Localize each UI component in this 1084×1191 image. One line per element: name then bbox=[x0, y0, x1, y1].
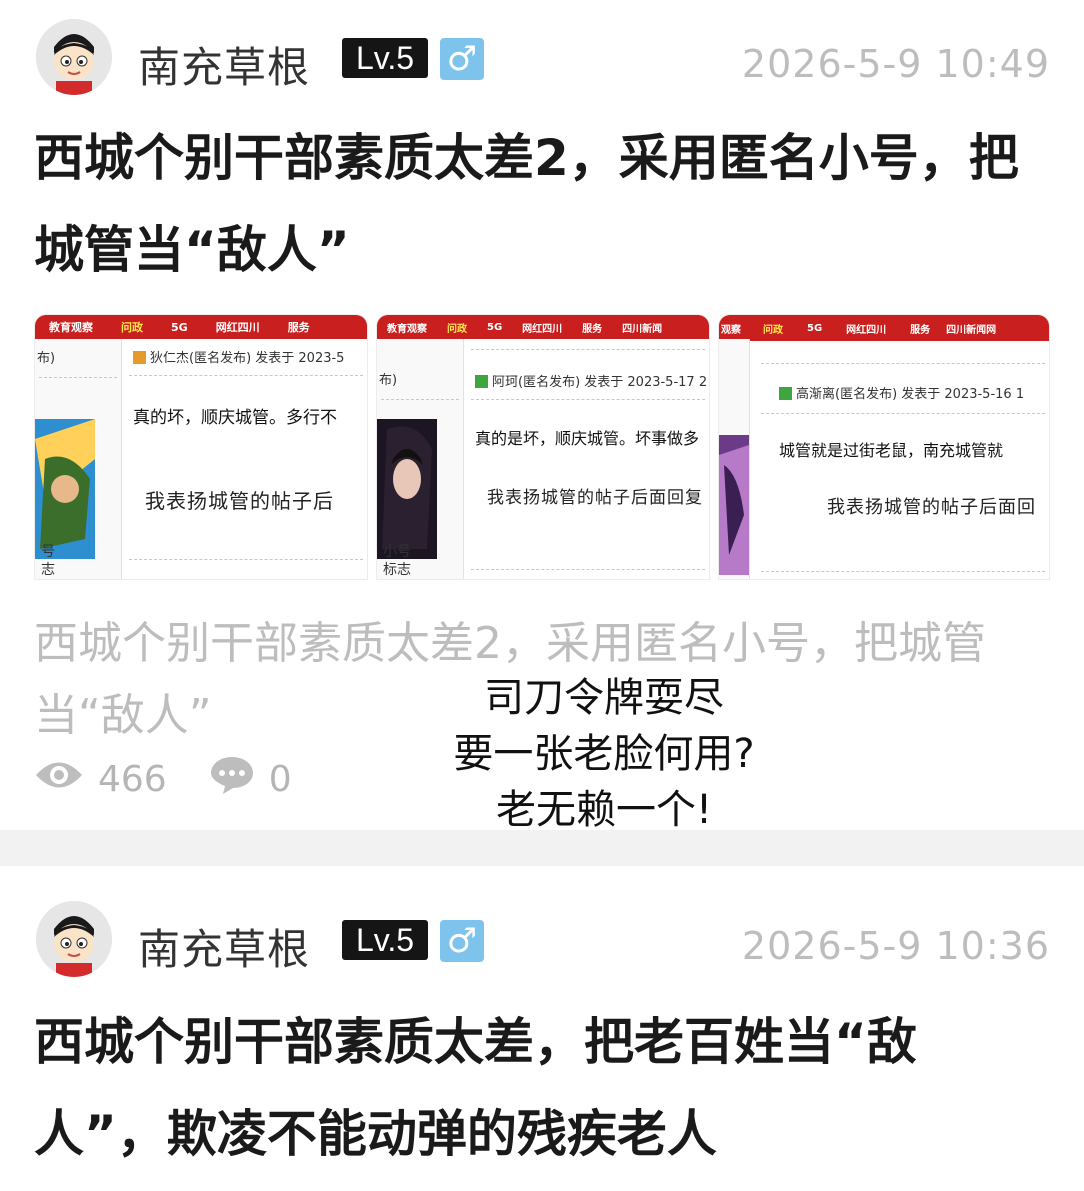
thumbnail-text: 我表扬城管的帖子后面回复 bbox=[487, 488, 703, 508]
author-name[interactable]: 南充草根 bbox=[138, 34, 310, 95]
eye-icon bbox=[34, 758, 84, 801]
sidebar-text: 号 志 bbox=[41, 544, 55, 578]
nav-label: 5G bbox=[807, 322, 823, 334]
nav-label: 服务 bbox=[582, 323, 603, 335]
author-avatar[interactable] bbox=[36, 901, 112, 977]
overlay-caption: 司刀令牌耍尽 要一张老脸何用? 老无赖一个! bbox=[453, 675, 755, 833]
post-timestamp: 2026-5-9 10:36 bbox=[741, 924, 1050, 968]
post-card[interactable]: 南充草根 Lv.5 ♂ 2026-5-9 10:36 西城个别干部素质太差，把老… bbox=[0, 866, 1084, 1191]
post-timestamp: 2026-5-9 10:49 bbox=[741, 42, 1050, 86]
thumbnail-post-body: 狄仁杰(匿名发布) 发表于 2023-5 真的坏，顺庆城管。多行不 我表扬城管的… bbox=[125, 339, 367, 579]
nav-label: 网红四川 bbox=[846, 324, 887, 336]
nav-label: 网红四川 bbox=[215, 321, 260, 334]
level-badge: Lv.5 bbox=[342, 38, 428, 78]
thumbnail-meta: 阿珂(匿名发布) 发表于 2023-5-17 2 bbox=[475, 371, 707, 390]
nav-label: 5G bbox=[171, 320, 188, 334]
sidebar-text: 小号 标志 bbox=[383, 544, 411, 578]
thumbnail-text: 城管就是过街老鼠，南充城管就 bbox=[779, 441, 1004, 460]
post-title[interactable]: 西城个别干部素质太差，把老百姓当“敌人”，欺凌不能动弹的残疾老人 bbox=[34, 996, 1034, 1180]
image-gallery: 教育观察 问政 5G 网红四川 服务 布) 号 志 狄仁杰(匿名发布) 发表于 … bbox=[34, 314, 1050, 580]
post-stats: 466 0 bbox=[34, 756, 292, 802]
nav-label: 问政 bbox=[763, 324, 783, 336]
nav-label: 四川新闻 bbox=[622, 323, 663, 335]
comment-icon[interactable] bbox=[209, 755, 255, 804]
thumbnail-nav-bar: 观察 问政 5G 网红四川 服务 四川新闻网 bbox=[719, 315, 1049, 341]
thumbnail-meta: 狄仁杰(匿名发布) 发表于 2023-5 bbox=[133, 347, 344, 366]
post-divider bbox=[0, 830, 1084, 866]
author-name[interactable]: 南充草根 bbox=[138, 916, 310, 977]
thumbnail-nav-bar: 教育观察 问政 5G 网红四川 服务 四川新闻 bbox=[377, 315, 709, 339]
thumbnail-post-body: 高渐离(匿名发布) 发表于 2023-5-16 1 城管就是过街老鼠，南充城管就… bbox=[757, 339, 1049, 579]
thumbnail-meta: 高渐离(匿名发布) 发表于 2023-5-16 1 bbox=[779, 383, 1024, 402]
nav-label: 服务 bbox=[910, 324, 931, 336]
thumbnail-sidebar: 布) 号 志 bbox=[35, 339, 122, 579]
thumbnail-post-body: 阿珂(匿名发布) 发表于 2023-5-17 2 真的是坏，顺庆城管。坏事做多 … bbox=[467, 339, 709, 579]
male-gender-icon: ♂ bbox=[440, 38, 484, 80]
male-gender-icon: ♂ bbox=[440, 920, 484, 962]
view-count: 466 bbox=[98, 758, 167, 800]
thumbnail-sidebar bbox=[719, 339, 750, 579]
post-card[interactable]: 南充草根 Lv.5 ♂ 2026-5-9 10:49 西城个别干部素质太差2，采… bbox=[0, 0, 1084, 833]
thumbnail-sidebar: 布) 小号 标志 bbox=[377, 339, 464, 579]
avatar-art-icon bbox=[719, 435, 749, 575]
nav-label: 问政 bbox=[447, 323, 467, 335]
nav-label: 服务 bbox=[287, 321, 310, 334]
thumbnail-image[interactable]: 教育观察 问政 5G 网红四川 服务 四川新闻 布) 小号 标志 阿珂(匿名发布… bbox=[376, 314, 710, 580]
author-avatar[interactable] bbox=[36, 19, 112, 95]
nav-label: 网红四川 bbox=[522, 323, 563, 335]
thumbnail-text: 我表扬城管的帖子后 bbox=[145, 489, 334, 513]
sidebar-text: 布) bbox=[37, 351, 56, 366]
thumbnail-image[interactable]: 观察 问政 5G 网红四川 服务 四川新闻网 高渐离(匿名发布) 发表于 202… bbox=[718, 314, 1050, 580]
sidebar-text: 布) bbox=[379, 373, 398, 388]
nav-label: 教育观察 bbox=[387, 323, 427, 335]
nav-label: 四川新闻网 bbox=[946, 324, 997, 336]
thumbnail-text: 真的是坏，顺庆城管。坏事做多 bbox=[475, 429, 700, 448]
avatar-art-icon bbox=[35, 419, 95, 559]
thumbnail-nav-bar: 教育观察 问政 5G 网红四川 服务 bbox=[35, 315, 367, 339]
post-title[interactable]: 西城个别干部素质太差2，采用匿名小号，把城管当“敌人” bbox=[34, 112, 1034, 296]
thumbnail-image[interactable]: 教育观察 问政 5G 网红四川 服务 布) 号 志 狄仁杰(匿名发布) 发表于 … bbox=[34, 314, 368, 580]
avatar-art-icon bbox=[377, 419, 437, 559]
nav-label: 教育观察 bbox=[49, 321, 93, 334]
level-badge: Lv.5 bbox=[342, 920, 428, 960]
comment-count[interactable]: 0 bbox=[269, 759, 292, 800]
nav-label: 问政 bbox=[121, 321, 143, 334]
thumbnail-text: 真的坏，顺庆城管。多行不 bbox=[133, 408, 337, 428]
nav-label: 5G bbox=[487, 321, 503, 333]
thumbnail-text: 我表扬城管的帖子后面回 bbox=[827, 497, 1036, 518]
nav-label: 观察 bbox=[721, 324, 741, 336]
